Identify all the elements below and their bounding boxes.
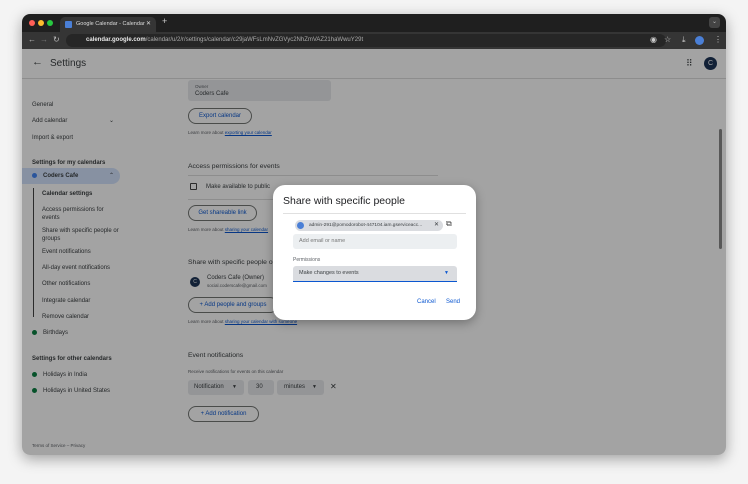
tab-search-button[interactable]: ⌄ — [709, 17, 720, 28]
remove-recipient-icon[interactable]: ✕ — [434, 220, 439, 231]
settings-page: ← Settings ⠿ C General Add calendar ⌄ Im… — [22, 49, 726, 455]
address-bar-row: ← → ↻ calendar.google.com/calendar/u/2/r… — [22, 32, 726, 49]
back-icon[interactable]: ← — [28, 35, 36, 44]
person-icon — [297, 222, 304, 229]
new-tab-button[interactable]: + — [162, 16, 167, 26]
send-button[interactable]: Send — [446, 299, 460, 305]
dropdown-arrow-icon: ▼ — [444, 270, 449, 276]
bookmark-star-icon[interactable]: ☆ — [664, 35, 671, 44]
reload-icon[interactable]: ↻ — [53, 35, 60, 44]
url-bar[interactable]: calendar.google.com/calendar/u/2/r/setti… — [66, 34, 666, 47]
url-path: /calendar/u/2/r/settings/calendar/c29jaW… — [145, 37, 364, 43]
permissions-value: Make changes to events — [299, 270, 359, 276]
divider — [283, 213, 466, 214]
profile-icon[interactable] — [695, 36, 704, 45]
cancel-button[interactable]: Cancel — [417, 299, 436, 305]
copy-icon[interactable]: ⧉ — [446, 219, 452, 229]
menu-icon[interactable]: ⋮ — [714, 35, 722, 44]
share-dialog: Share with specific people admin-291@pom… — [273, 185, 476, 320]
browser-tab[interactable]: Google Calendar - Calendar ✕ — [60, 17, 156, 32]
close-tab-icon[interactable]: ✕ — [146, 17, 151, 32]
recipient-email: admin-291@pomodorobot-447104.iam.gservic… — [309, 223, 423, 228]
permissions-label: Permissions — [293, 257, 321, 263]
input-placeholder: Add email or name — [299, 238, 346, 244]
url-host: calendar.google.com — [86, 37, 146, 43]
download-icon[interactable]: ⤓ — [682, 35, 686, 45]
minimize-window-button[interactable] — [38, 20, 44, 26]
calendar-favicon-icon — [65, 21, 72, 28]
dialog-title: Share with specific people — [283, 195, 405, 207]
permissions-select[interactable]: Make changes to events ▼ — [293, 266, 457, 282]
eye-icon[interactable]: ◉ — [650, 35, 657, 44]
tab-bar: Google Calendar - Calendar ✕ + ⌄ — [22, 14, 726, 32]
close-window-button[interactable] — [29, 20, 35, 26]
add-email-input[interactable]: Add email or name — [293, 234, 457, 249]
maximize-window-button[interactable] — [47, 20, 53, 26]
forward-icon[interactable]: → — [40, 35, 48, 44]
tab-title: Google Calendar - Calendar — [76, 21, 145, 27]
recipient-chip[interactable]: admin-291@pomodorobot-447104.iam.gservic… — [295, 220, 443, 231]
browser-window: Google Calendar - Calendar ✕ + ⌄ ← → ↻ ca… — [22, 14, 726, 455]
